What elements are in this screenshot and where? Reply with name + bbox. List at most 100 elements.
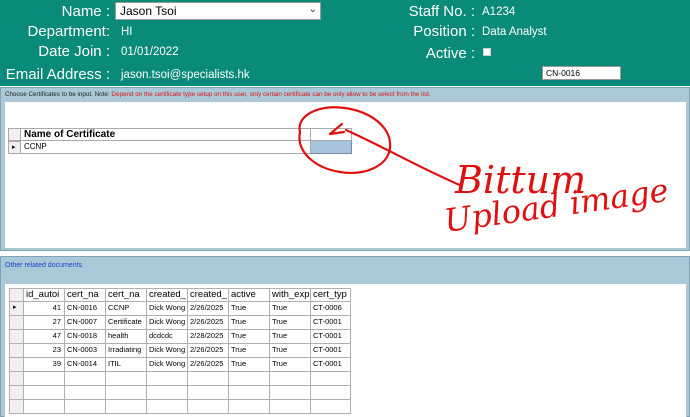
table-cell[interactable]: True	[269, 330, 310, 344]
column-header-cert-na[interactable]: cert_na	[105, 288, 146, 302]
row-selector[interactable]: ▸	[9, 302, 23, 316]
column-header-created-[interactable]: created_	[187, 288, 228, 302]
chevron-down-icon[interactable]: ⌄	[309, 4, 317, 15]
table-cell[interactable]: Certificate	[105, 316, 146, 330]
table-cell[interactable]: Irradiating	[105, 344, 146, 358]
row-selector[interactable]	[9, 386, 23, 400]
email-value: jason.tsoi@specialists.hk	[121, 69, 250, 81]
empty-cell[interactable]	[187, 400, 228, 414]
certificate-grid-area: Name of Certificate ▸ CCNP	[4, 101, 687, 249]
table-cell[interactable]: True	[269, 344, 310, 358]
empty-cell[interactable]	[269, 386, 310, 400]
table-cell[interactable]: Dick Wong	[146, 302, 187, 316]
row-selector[interactable]	[9, 330, 23, 344]
grid-corner-header	[9, 288, 23, 302]
table-cell[interactable]: True	[228, 316, 269, 330]
certificate-note-prefix: Choose Certificates to be input. Note:	[5, 91, 112, 98]
table-cell[interactable]: CN-0014	[64, 358, 105, 372]
name-dropdown[interactable]: Jason Tsoi ⌄	[115, 2, 321, 20]
table-cell[interactable]: True	[269, 302, 310, 316]
empty-cell[interactable]	[105, 400, 146, 414]
empty-cell[interactable]	[187, 372, 228, 386]
empty-cell[interactable]	[228, 400, 269, 414]
empty-cell[interactable]	[146, 372, 187, 386]
table-cell[interactable]: 2/28/2025	[187, 330, 228, 344]
row-selector[interactable]: ▸	[8, 141, 21, 154]
table-cell[interactable]: 2/26/2025	[187, 316, 228, 330]
certificate-panel: Choose Certificates to be input. Note: D…	[0, 87, 690, 251]
position-label: Position :	[413, 23, 475, 40]
table-cell[interactable]: 41	[23, 302, 64, 316]
empty-cell[interactable]	[187, 386, 228, 400]
empty-cell[interactable]	[269, 372, 310, 386]
empty-cell[interactable]	[105, 386, 146, 400]
empty-cell[interactable]	[228, 372, 269, 386]
table-cell[interactable]: True	[228, 344, 269, 358]
empty-cell[interactable]	[23, 372, 64, 386]
certificate-name-cell[interactable]: CCNP	[21, 141, 311, 154]
row-selector[interactable]	[9, 400, 23, 414]
table-cell[interactable]: Dick Wong	[146, 344, 187, 358]
certificate-id-field[interactable]: CN-0016	[542, 66, 621, 80]
column-header-active[interactable]: active	[228, 288, 269, 302]
empty-cell[interactable]	[64, 372, 105, 386]
column-header-upload[interactable]	[311, 128, 352, 141]
table-cell[interactable]: True	[228, 358, 269, 372]
column-header-cert-typ[interactable]: cert_typ	[310, 288, 351, 302]
row-selector[interactable]	[9, 358, 23, 372]
empty-cell[interactable]	[228, 386, 269, 400]
column-header-created-[interactable]: created_	[146, 288, 187, 302]
empty-cell[interactable]	[310, 400, 351, 414]
column-header-cert-na[interactable]: cert_na	[64, 288, 105, 302]
table-cell[interactable]: 47	[23, 330, 64, 344]
table-cell[interactable]: 23	[23, 344, 64, 358]
table-cell[interactable]: 2/26/2025	[187, 302, 228, 316]
table-cell[interactable]: CN-0003	[64, 344, 105, 358]
table-cell[interactable]: 27	[23, 316, 64, 330]
table-cell[interactable]: Dick Wong	[146, 358, 187, 372]
table-cell[interactable]: CT-0001	[310, 316, 351, 330]
table-cell[interactable]: health	[105, 330, 146, 344]
department-value: HI	[121, 26, 133, 38]
table-cell[interactable]: CN-0018	[64, 330, 105, 344]
empty-cell[interactable]	[146, 386, 187, 400]
name-label: Name :	[61, 3, 110, 20]
empty-cell[interactable]	[23, 386, 64, 400]
empty-cell[interactable]	[105, 372, 146, 386]
empty-cell[interactable]	[310, 372, 351, 386]
table-cell[interactable]: CN-0007	[64, 316, 105, 330]
table-cell[interactable]: CT-0001	[310, 358, 351, 372]
active-checkbox[interactable]	[483, 48, 491, 56]
table-cell[interactable]: True	[269, 316, 310, 330]
row-selector[interactable]	[9, 372, 23, 386]
table-cell[interactable]: CT-0006	[310, 302, 351, 316]
column-header-id-autoi[interactable]: id_autoi	[23, 288, 64, 302]
related-documents-panel: Other related documents id_autoi cert_na c…	[0, 256, 690, 417]
upload-button-cell[interactable]	[311, 141, 352, 154]
certificate-note: Choose Certificates to be input. Note: D…	[5, 91, 431, 98]
staff-no-value: A1234	[482, 6, 516, 18]
table-cell[interactable]: True	[228, 330, 269, 344]
table-cell[interactable]: 2/26/2025	[187, 358, 228, 372]
table-cell[interactable]: CCNP	[105, 302, 146, 316]
row-selector[interactable]	[9, 316, 23, 330]
table-cell[interactable]: True	[228, 302, 269, 316]
table-cell[interactable]: CT-0001	[310, 330, 351, 344]
column-header-with-exp[interactable]: with_exp	[269, 288, 310, 302]
table-cell[interactable]: 39	[23, 358, 64, 372]
empty-cell[interactable]	[310, 386, 351, 400]
empty-cell[interactable]	[64, 386, 105, 400]
table-cell[interactable]: True	[269, 358, 310, 372]
table-cell[interactable]: CT-0001	[310, 344, 351, 358]
table-cell[interactable]: CN-0016	[64, 302, 105, 316]
table-cell[interactable]: Dick Wong	[146, 316, 187, 330]
row-selector[interactable]	[9, 344, 23, 358]
table-cell[interactable]: 2/26/2025	[187, 344, 228, 358]
table-cell[interactable]: ITIL	[105, 358, 146, 372]
empty-cell[interactable]	[64, 400, 105, 414]
empty-cell[interactable]	[23, 400, 64, 414]
empty-cell[interactable]	[146, 400, 187, 414]
empty-cell[interactable]	[269, 400, 310, 414]
column-header-name-of-certificate[interactable]: Name of Certificate	[21, 128, 311, 141]
table-cell[interactable]: dcdcdc	[146, 330, 187, 344]
